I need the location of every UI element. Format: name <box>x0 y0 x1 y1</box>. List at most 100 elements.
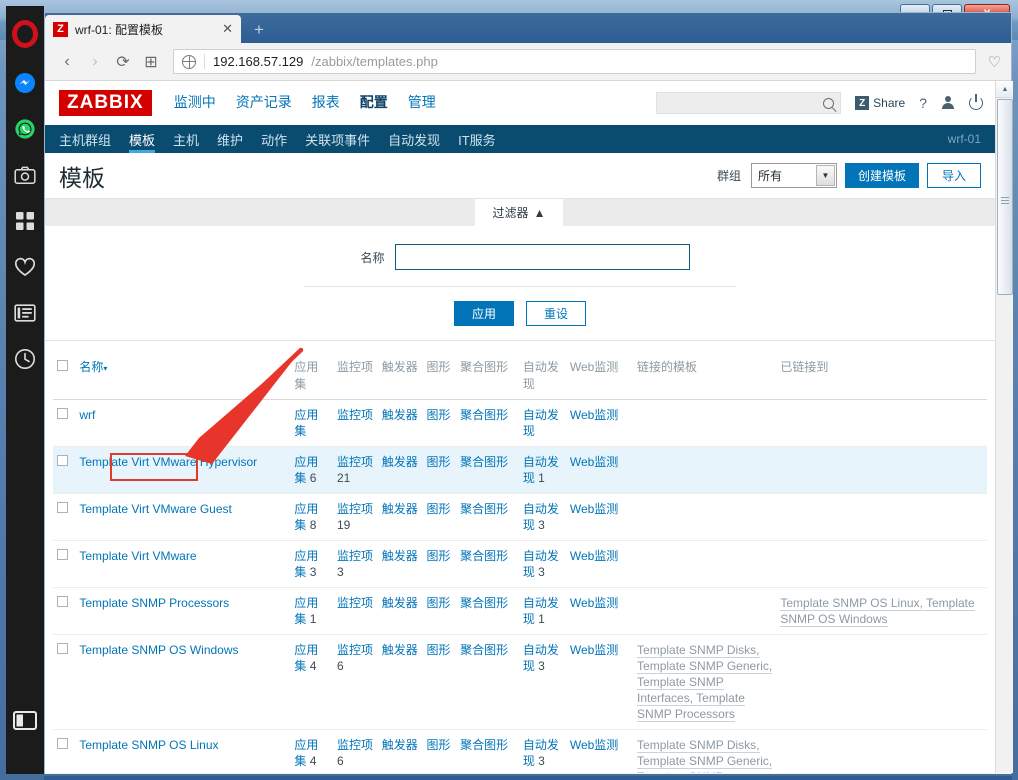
template-name-link[interactable]: Template SNMP OS Windows <box>79 643 238 657</box>
import-button[interactable]: 导入 <box>926 163 981 188</box>
screens-link[interactable]: 聚合图形 <box>460 502 508 516</box>
sign-out-icon[interactable] <box>969 94 983 110</box>
heart-icon[interactable] <box>14 256 36 278</box>
help-icon[interactable]: ? <box>919 95 927 111</box>
screens-link[interactable]: 聚合图形 <box>460 643 508 657</box>
bookmark-heart-icon[interactable]: ♡ <box>988 53 1001 71</box>
discovery-link[interactable]: 自动发现 <box>523 408 559 438</box>
applications-link[interactable]: 应用集 <box>294 408 318 438</box>
graphs-link[interactable]: 图形 <box>427 455 451 469</box>
group-select[interactable]: 所有 ▼ <box>750 163 837 188</box>
screens-link[interactable]: 聚合图形 <box>460 455 508 469</box>
th-name[interactable]: 名称▾ <box>53 351 291 400</box>
subnav-item-actions[interactable]: 动作 <box>252 125 296 153</box>
triggers-link[interactable]: 触发器 <box>382 549 418 563</box>
filter-apply-button[interactable]: 应用 <box>453 301 514 326</box>
items-link[interactable]: 监控项 <box>337 738 373 752</box>
table-row[interactable]: Template SNMP OS Linux 应用集 4 监控项 6 触发器 图… <box>53 729 987 773</box>
linked-to-text[interactable]: Template SNMP OS Linux, Template SNMP OS… <box>780 596 975 627</box>
menu-item-reports[interactable]: 报表 <box>312 92 340 125</box>
subnav-item-correlation[interactable]: 关联项事件 <box>296 125 379 153</box>
items-link[interactable]: 监控项 <box>337 643 373 657</box>
create-template-button[interactable]: 创建模板 <box>844 163 919 188</box>
menu-item-monitoring[interactable]: 监测中 <box>174 92 216 125</box>
template-name-link[interactable]: Template SNMP OS Linux <box>79 738 218 752</box>
items-link[interactable]: 监控项 <box>337 549 373 563</box>
template-name-link[interactable]: Template Virt VMware Hypervisor <box>79 455 257 469</box>
new-tab-button[interactable]: + <box>249 20 269 40</box>
screens-link[interactable]: 聚合图形 <box>460 408 508 422</box>
triggers-link[interactable]: 触发器 <box>382 596 418 610</box>
forward-icon[interactable]: › <box>83 50 107 74</box>
screens-link[interactable]: 聚合图形 <box>460 738 508 752</box>
row-checkbox[interactable] <box>57 549 68 560</box>
subnav-item-host-groups[interactable]: 主机群组 <box>59 125 120 153</box>
items-link[interactable]: 监控项 <box>337 408 373 422</box>
screens-link[interactable]: 聚合图形 <box>460 596 508 610</box>
row-checkbox[interactable] <box>57 596 68 607</box>
chevron-down-icon[interactable]: ▼ <box>815 165 835 186</box>
filter-name-input[interactable] <box>394 244 690 270</box>
template-name-link[interactable]: wrf <box>79 408 95 422</box>
triggers-link[interactable]: 触发器 <box>382 408 418 422</box>
apps-grid-icon[interactable] <box>14 210 36 232</box>
share-button[interactable]: Z Share <box>855 96 905 110</box>
sidebar-toggle-icon[interactable] <box>6 711 44 730</box>
user-profile-icon[interactable] <box>941 96 955 110</box>
template-name-link[interactable]: Template Virt VMware <box>79 549 196 563</box>
address-bar[interactable]: 192.168.57.129 /zabbix/templates.php <box>173 49 976 74</box>
row-checkbox[interactable] <box>57 502 68 513</box>
scrollbar-thumb[interactable] <box>997 99 1013 295</box>
subnav-item-discovery[interactable]: 自动发现 <box>379 125 449 153</box>
filter-tab[interactable]: 过滤器 ▲ <box>475 199 563 226</box>
tab-close-icon[interactable]: ✕ <box>222 21 233 37</box>
web-link[interactable]: Web监测 <box>570 549 618 563</box>
row-checkbox[interactable] <box>57 455 68 466</box>
web-link[interactable]: Web监测 <box>570 643 618 657</box>
web-link[interactable]: Web监测 <box>570 502 618 516</box>
row-checkbox[interactable] <box>57 738 68 749</box>
browser-tab[interactable]: Z wrf-01: 配置模板 ✕ <box>45 15 241 43</box>
whatsapp-icon[interactable] <box>14 118 36 140</box>
messenger-icon[interactable] <box>14 72 36 94</box>
triggers-link[interactable]: 触发器 <box>382 502 418 516</box>
template-name-link[interactable]: Template Virt VMware Guest <box>79 502 232 516</box>
linked-templates-text[interactable]: Template SNMP Disks, Template SNMP Gener… <box>637 738 773 773</box>
table-row[interactable]: Template Virt VMware Guest 应用集 8 监控项 19 … <box>53 493 987 541</box>
web-link[interactable]: Web监测 <box>570 738 618 752</box>
opera-logo-icon[interactable] <box>12 20 38 48</box>
web-link[interactable]: Web监测 <box>570 455 618 469</box>
reload-icon[interactable]: ⟳ <box>111 50 135 74</box>
speed-dial-icon[interactable]: ⊞ <box>139 50 163 74</box>
items-link[interactable]: 监控项 <box>337 502 373 516</box>
menu-item-configuration[interactable]: 配置 <box>360 92 388 125</box>
select-all-checkbox[interactable] <box>57 360 68 371</box>
graphs-link[interactable]: 图形 <box>427 408 451 422</box>
items-link[interactable]: 监控项 <box>337 455 373 469</box>
news-icon[interactable] <box>14 302 36 324</box>
table-row[interactable]: Template Virt VMware 应用集 3 监控项 3 触发器 图形 … <box>53 540 987 588</box>
subnav-item-templates[interactable]: 模板 <box>120 125 164 153</box>
camera-icon[interactable] <box>14 164 36 186</box>
web-link[interactable]: Web监测 <box>570 408 618 422</box>
subnav-item-maintenance[interactable]: 维护 <box>208 125 252 153</box>
triggers-link[interactable]: 触发器 <box>382 643 418 657</box>
filter-reset-button[interactable]: 重设 <box>526 301 587 326</box>
table-row[interactable]: wrf 应用集 监控项 触发器 图形 聚合图形 自动发现 Web监测 <box>53 399 987 447</box>
graphs-link[interactable]: 图形 <box>427 738 451 752</box>
page-scrollbar[interactable]: ▲ <box>995 81 1013 773</box>
history-icon[interactable] <box>14 348 36 370</box>
template-name-link[interactable]: Template SNMP Processors <box>79 596 229 610</box>
row-checkbox[interactable] <box>57 643 68 654</box>
menu-item-administration[interactable]: 管理 <box>408 92 436 125</box>
subnav-item-it-services[interactable]: IT服务 <box>449 125 505 153</box>
triggers-link[interactable]: 触发器 <box>382 738 418 752</box>
menu-item-inventory[interactable]: 资产记录 <box>236 92 292 125</box>
back-icon[interactable]: ‹ <box>55 50 79 74</box>
table-row[interactable]: Template Virt VMware Hypervisor 应用集 6 监控… <box>53 446 987 494</box>
subnav-item-hosts[interactable]: 主机 <box>164 125 208 153</box>
row-checkbox[interactable] <box>57 408 68 419</box>
zabbix-logo[interactable]: ZABBIX <box>59 90 152 116</box>
graphs-link[interactable]: 图形 <box>427 549 451 563</box>
scroll-up-arrow-icon[interactable]: ▲ <box>996 81 1013 98</box>
